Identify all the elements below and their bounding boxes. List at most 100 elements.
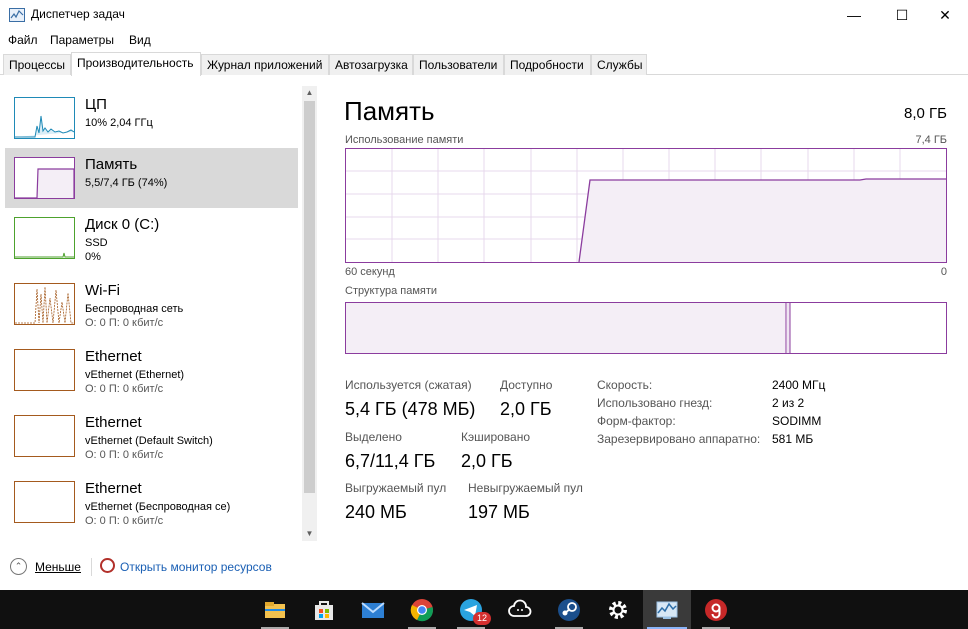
sidebar-item-label: Память	[85, 156, 138, 173]
steam-icon	[557, 598, 581, 622]
sidebar-item-ethernet[interactable]: Ethernet vEthernet (Ethernet) О: 0 П: 0 …	[5, 340, 298, 400]
composition-caption: Структура памяти	[345, 285, 438, 297]
maximize-button[interactable]: ☐	[879, 0, 925, 30]
wifi-thumbnail-graph	[14, 283, 75, 325]
task-manager-icon	[9, 8, 25, 22]
taskbar-task-manager[interactable]	[643, 590, 691, 629]
chrome-icon	[410, 598, 434, 622]
sidebar-item-detail: 10% 2,04 ГГц	[85, 117, 153, 129]
scrollbar-thumb[interactable]	[304, 101, 315, 493]
available-label: Доступно	[500, 378, 553, 392]
page-title: Память	[344, 96, 435, 126]
usage-max-label: 7,4 ГБ	[915, 134, 947, 146]
settings-icon	[606, 598, 630, 622]
slots-used-value: 2 из 2	[772, 396, 805, 410]
nonpaged-pool-value: 197 МБ	[468, 502, 530, 522]
menu-file[interactable]: Файл	[8, 33, 38, 47]
menu-options[interactable]: Параметры	[50, 33, 114, 47]
sidebar-item-throughput: О: 0 П: 0 кбит/с	[85, 317, 164, 329]
form-factor-value: SODIMM	[772, 414, 822, 428]
open-resource-monitor-link[interactable]: Открыть монитор ресурсов	[120, 560, 272, 574]
taskbar-mail[interactable]	[349, 590, 397, 629]
sidebar-item-detail: SSD	[85, 237, 108, 249]
taskbar-file-explorer[interactable]	[251, 590, 299, 629]
ethernet-thumbnail-graph	[14, 481, 75, 523]
sidebar-item-ethernet-default-switch[interactable]: Ethernet vEthernet (Default Switch) О: 0…	[5, 406, 298, 466]
tab-performance[interactable]: Производительность	[71, 52, 201, 76]
committed-label: Выделено	[345, 430, 402, 444]
taskbar-cloud-app[interactable]	[496, 590, 544, 629]
sidebar-scrollbar[interactable]: ▲ ▼	[302, 86, 317, 541]
usage-caption: Использование памяти	[345, 134, 464, 146]
sidebar-item-label: Wi-Fi	[85, 282, 120, 299]
menu-view[interactable]: Вид	[129, 33, 151, 47]
memory-composition-bar	[345, 302, 947, 354]
scroll-up-arrow-icon[interactable]: ▲	[302, 86, 317, 100]
cached-value: 2,0 ГБ	[461, 451, 513, 471]
slots-used-label: Использовано гнезд:	[597, 396, 713, 410]
tab-startup[interactable]: Автозагрузка	[329, 54, 413, 75]
footer-bar: ⌃ Меньше Открыть монитор ресурсов	[0, 550, 968, 588]
in-use-value: 5,4 ГБ (478 МБ)	[345, 399, 476, 419]
sidebar-item-cpu[interactable]: ЦП 10% 2,04 ГГц	[5, 88, 298, 148]
taskbar-settings[interactable]	[594, 590, 642, 629]
chevron-up-icon[interactable]: ⌃	[10, 558, 27, 575]
sidebar-item-detail: 5,5/7,4 ГБ (74%)	[85, 177, 168, 189]
taskbar-telegram[interactable]: 12	[447, 590, 495, 629]
file-explorer-icon	[263, 598, 287, 622]
form-factor-label: Форм-фактор:	[597, 414, 676, 428]
tab-details[interactable]: Подробности	[504, 54, 591, 75]
footer-divider	[91, 558, 92, 576]
disk-thumbnail-graph	[14, 217, 75, 259]
sidebar-item-label: Ethernet	[85, 348, 142, 365]
taskbar-steam[interactable]	[545, 590, 593, 629]
memory-detail-panel: Память 8,0 ГБ Использование памяти 7,4 Г…	[330, 76, 968, 576]
sidebar-item-disk[interactable]: Диск 0 (C:) SSD 0%	[5, 208, 298, 268]
fewer-details-button[interactable]: Меньше	[35, 560, 81, 574]
minimize-button[interactable]: —	[831, 0, 877, 30]
sidebar-item-throughput: О: 0 П: 0 кбит/с	[85, 383, 164, 395]
close-button[interactable]: ✕	[922, 0, 968, 30]
memory-usage-graph	[345, 148, 947, 263]
task-manager-icon	[655, 598, 679, 622]
sidebar-item-detail: vEthernet (Ethernet)	[85, 369, 185, 381]
paged-pool-value: 240 МБ	[345, 502, 407, 522]
taskbar-app-g[interactable]	[692, 590, 740, 629]
sidebar-item-label: Ethernet	[85, 414, 142, 431]
resource-monitor-icon	[100, 558, 115, 573]
memory-total: 8,0 ГБ	[904, 105, 947, 122]
cloud-app-icon	[508, 598, 532, 622]
available-value: 2,0 ГБ	[500, 399, 552, 419]
sidebar-item-wifi[interactable]: Wi-Fi Беспроводная сеть О: 0 П: 0 кбит/с	[5, 274, 298, 334]
app-g-icon	[704, 598, 728, 622]
sidebar-item-detail: Беспроводная сеть	[85, 303, 184, 315]
sidebar-item-detail: vEthernet (Default Switch)	[85, 435, 213, 447]
window-title: Диспетчер задач	[31, 7, 125, 21]
sidebar-item-label: Диск 0 (C:)	[85, 216, 160, 233]
unread-badge: 12	[473, 612, 491, 625]
sidebar-item-ethernet-wireless[interactable]: Ethernet vEthernet (Беспроводная се) О: …	[5, 472, 298, 532]
sidebar-item-memory[interactable]: Память 5,5/7,4 ГБ (74%)	[5, 148, 298, 208]
sidebar-item-label: Ethernet	[85, 480, 142, 497]
taskbar-store[interactable]	[300, 590, 348, 629]
tab-app-history[interactable]: Журнал приложений	[201, 54, 329, 75]
mail-icon	[361, 598, 385, 622]
ethernet-thumbnail-graph	[14, 415, 75, 457]
tab-users[interactable]: Пользователи	[413, 54, 504, 75]
committed-value: 6,7/11,4 ГБ	[345, 451, 436, 471]
menu-bar: Файл Параметры Вид	[0, 30, 968, 50]
tab-strip: Процессы Производительность Журнал прило…	[0, 52, 968, 76]
sidebar-item-throughput: О: 0 П: 0 кбит/с	[85, 449, 164, 461]
time-axis-start: 60 секунд	[345, 266, 395, 278]
ethernet-thumbnail-graph	[14, 349, 75, 391]
nonpaged-pool-label: Невыгружаемый пул	[468, 481, 583, 495]
scroll-down-arrow-icon[interactable]: ▼	[302, 527, 317, 541]
cached-label: Кэшировано	[461, 430, 531, 444]
hardware-reserved-value: 581 МБ	[772, 432, 814, 446]
sidebar-item-label: ЦП	[85, 96, 107, 113]
taskbar-chrome[interactable]	[398, 590, 446, 629]
tab-services[interactable]: Службы	[591, 54, 647, 75]
time-axis-end: 0	[940, 266, 947, 278]
speed-value: 2400 МГц	[772, 378, 826, 392]
tab-processes[interactable]: Процессы	[3, 54, 71, 75]
